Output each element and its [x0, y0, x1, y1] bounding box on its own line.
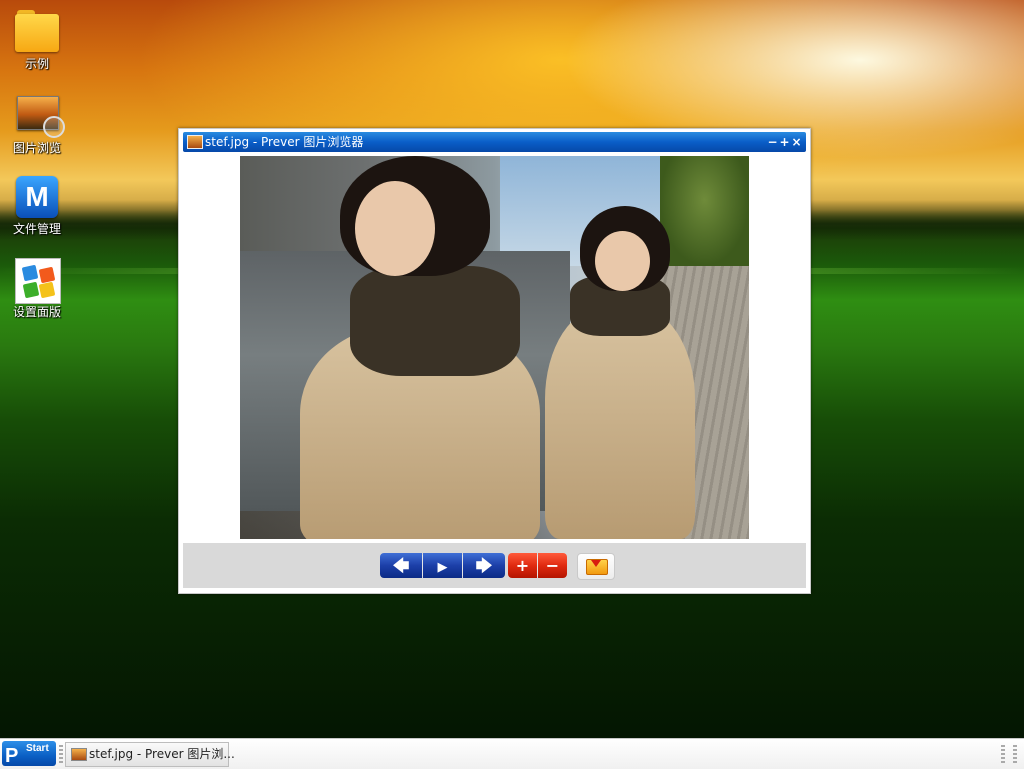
tray-grip-icon[interactable] — [1001, 745, 1005, 763]
save-image-button[interactable] — [577, 553, 615, 580]
photo-figure-right-coat — [545, 306, 695, 539]
desktop-icon-label: 示例 — [24, 57, 49, 71]
taskbar-item-label: stef.jpg - Prever 图片浏... — [89, 747, 235, 761]
play-icon: ▶ — [437, 560, 448, 575]
desktop-icon-label: 设置面版 — [12, 305, 61, 319]
arrow-right-icon: 🡆 — [475, 556, 493, 575]
maximize-button[interactable]: + — [779, 135, 790, 149]
tray-grip-icon[interactable] — [1013, 745, 1017, 763]
zoom-in-button[interactable]: + — [508, 553, 537, 578]
viewer-toolbar: 🡄 ▶ 🡆 + − — [183, 543, 806, 588]
image-viewer-window: stef.jpg - Prever 图片浏览器 − + × 🡄 ▶ 🡆 + − — [178, 128, 811, 594]
zoom-out-button[interactable]: − — [538, 553, 567, 578]
desktop-icon-label: 图片浏览 — [12, 141, 61, 155]
start-label: Start — [26, 743, 49, 754]
image-viewer-icon — [187, 135, 203, 149]
displayed-photo — [240, 156, 749, 539]
desktop-icon-label: 文件管理 — [12, 222, 61, 236]
desktop-icon-file-manager[interactable]: M 文件管理 — [8, 175, 66, 236]
image-viewer-icon — [71, 748, 87, 761]
window-titlebar[interactable]: stef.jpg - Prever 图片浏览器 − + × — [183, 132, 806, 152]
next-image-button[interactable]: 🡆 — [463, 553, 505, 578]
desktop-icon-examples[interactable]: 示例 — [8, 10, 66, 71]
navigation-button-group: 🡄 ▶ 🡆 — [380, 553, 505, 578]
start-button[interactable]: P Start — [2, 741, 56, 767]
slideshow-play-button[interactable]: ▶ — [423, 553, 462, 578]
previous-image-button[interactable]: 🡄 — [380, 553, 422, 578]
taskbar-grip-icon[interactable] — [59, 745, 63, 763]
close-button[interactable]: × — [791, 135, 802, 149]
arrow-left-icon: 🡄 — [392, 556, 410, 575]
start-logo-icon: P — [5, 745, 19, 767]
desktop-icon-image-viewer[interactable]: 图片浏览 — [8, 94, 66, 155]
photo-figure-right-face — [595, 231, 650, 291]
photo-figure-left-scarf — [350, 266, 520, 376]
download-arrow-icon — [591, 560, 601, 567]
control-panel-icon — [15, 258, 61, 304]
window-title: stef.jpg - Prever 图片浏览器 — [205, 135, 364, 149]
image-viewer-icon — [15, 94, 65, 138]
taskbar: P Start stef.jpg - Prever 图片浏... — [0, 738, 1024, 769]
file-manager-icon: M — [15, 175, 59, 219]
minimize-button[interactable]: − — [767, 135, 778, 149]
folder-icon — [15, 10, 59, 54]
plus-icon: + — [515, 556, 530, 575]
desktop-icon-control-panel[interactable]: 设置面版 — [8, 258, 66, 319]
minus-icon: − — [545, 556, 560, 575]
taskbar-item-image-viewer[interactable]: stef.jpg - Prever 图片浏... — [65, 742, 235, 767]
photo-figure-left-face — [355, 181, 435, 276]
zoom-button-group: + − — [508, 553, 567, 578]
photo-trees — [660, 156, 749, 266]
